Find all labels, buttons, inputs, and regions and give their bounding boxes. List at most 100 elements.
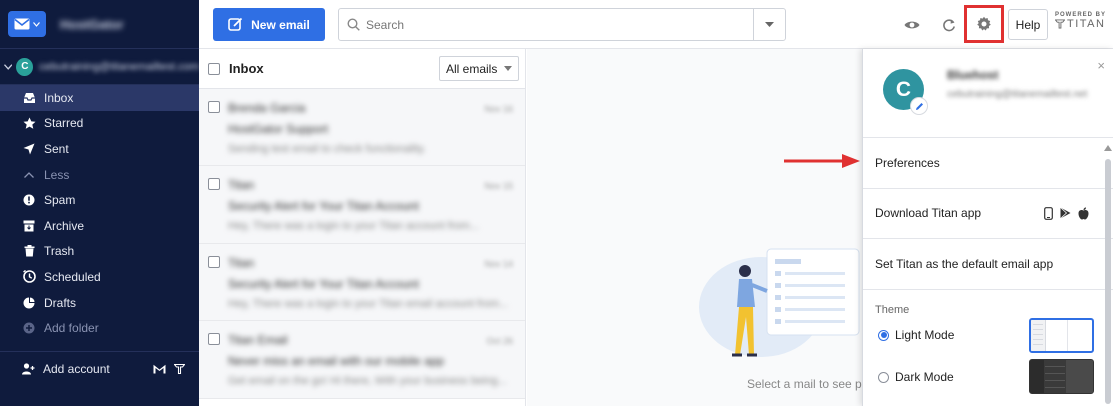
- light-mode-option[interactable]: Light Mode: [878, 328, 954, 342]
- sidebar-item-trash[interactable]: Trash: [0, 239, 199, 265]
- trash-icon: [22, 244, 36, 258]
- email-subject: HostGator Support: [228, 122, 329, 136]
- email-sender: Titan: [228, 255, 255, 270]
- select-all-checkbox[interactable]: [208, 62, 220, 75]
- close-panel-button[interactable]: ×: [1097, 58, 1105, 73]
- help-button[interactable]: Help: [1008, 9, 1048, 40]
- profile-section: C Bluehost cebutraining@titanemailtest.n…: [863, 49, 1113, 138]
- sidebar-item-less[interactable]: Less: [0, 162, 199, 188]
- panel-scrollbar[interactable]: [1103, 143, 1113, 406]
- sidebar-divider: [0, 351, 199, 352]
- default-app-item[interactable]: Set Titan as the default email app: [863, 239, 1113, 290]
- dark-mode-option[interactable]: Dark Mode: [878, 370, 954, 384]
- add-account-label: Add account: [43, 362, 110, 376]
- email-row[interactable]: Titan Email Never miss an email with our…: [199, 321, 525, 399]
- email-sender: Titan: [228, 178, 255, 193]
- edit-profile-button[interactable]: [910, 97, 928, 115]
- search-options-button[interactable]: [753, 9, 785, 40]
- email-row[interactable]: Titan Security Alert for Your Titan Acco…: [199, 166, 525, 244]
- preferences-label: Preferences: [875, 155, 940, 170]
- settings-button[interactable]: [964, 5, 1004, 43]
- email-preview: Get email on the go! Hi there, With your…: [228, 375, 507, 388]
- email-list: Inbox All emails Brenda Garcia HostGator…: [199, 49, 526, 406]
- email-date: Nov 16: [484, 104, 513, 114]
- account-row[interactable]: C cebutraining@titanemailtest.com: [0, 49, 199, 85]
- sidebar-item-archive[interactable]: Archive: [0, 213, 199, 239]
- sidebar-item-label: Scheduled: [44, 269, 101, 284]
- sidebar: HostGator C cebutraining@titanemailtest.…: [0, 0, 199, 406]
- titan-logo-icon[interactable]: [174, 364, 185, 374]
- email-preview: Sending test email to check functionalit…: [228, 143, 426, 155]
- email-checkbox[interactable]: [208, 333, 220, 346]
- dark-mode-radio[interactable]: [878, 371, 889, 383]
- email-date: Nov 15: [484, 181, 513, 192]
- email-subject: Security Alert for Your Titan Account: [228, 276, 419, 291]
- email-row[interactable]: Brenda Garcia HostGator Support Sending …: [199, 89, 525, 167]
- chevron-up-icon: [22, 168, 36, 182]
- empty-state-message: Select a mail to see p: [747, 377, 862, 391]
- empty-inbox-illustration: [699, 248, 860, 357]
- sidebar-item-sent[interactable]: Sent: [0, 136, 199, 162]
- light-theme-preview[interactable]: [1029, 318, 1094, 353]
- eye-icon: [904, 21, 920, 29]
- light-mode-radio[interactable]: [878, 329, 889, 341]
- sidebar-item-drafts[interactable]: Drafts: [0, 290, 199, 316]
- clock-icon: [22, 270, 36, 284]
- email-date: Oct 26: [486, 336, 513, 347]
- sidebar-item-label: Inbox: [44, 90, 74, 105]
- account-email: cebutraining@titanemailtest.com: [39, 60, 199, 73]
- preview-toggle-button[interactable]: [904, 14, 920, 36]
- mail-icon: [14, 18, 30, 30]
- email-checkbox[interactable]: [208, 178, 220, 191]
- sidebar-item-scheduled[interactable]: Scheduled: [0, 264, 199, 290]
- drafts-icon: [22, 296, 36, 310]
- search-input[interactable]: [366, 17, 766, 32]
- email-row[interactable]: Titan Security Alert for Your Titan Acco…: [199, 243, 525, 322]
- chevron-down-icon: [33, 21, 40, 27]
- chevron-down-icon[interactable]: [4, 63, 13, 70]
- sidebar-item-spam[interactable]: Spam: [0, 187, 199, 213]
- refresh-button[interactable]: [942, 14, 956, 36]
- google-play-icon[interactable]: [1060, 207, 1071, 220]
- titan-brand: TITAN: [1067, 18, 1106, 30]
- new-email-button[interactable]: New email: [213, 8, 325, 41]
- sidebar-item-label: Spam: [44, 193, 76, 208]
- mobile-phone-icon[interactable]: [1044, 206, 1053, 220]
- dark-mode-label: Dark Mode: [895, 370, 954, 384]
- sidebar-item-label: Archive: [44, 218, 85, 233]
- email-filter-select[interactable]: All emails: [439, 56, 519, 81]
- top-toolbar: New email Help POWERED BY TITAN: [199, 0, 1113, 49]
- account-avatar: C: [16, 57, 34, 76]
- search-icon: [347, 18, 360, 31]
- email-checkbox[interactable]: [208, 255, 220, 268]
- spam-icon: [22, 193, 36, 207]
- gmail-icon[interactable]: [153, 364, 166, 374]
- refresh-icon: [943, 19, 955, 32]
- apple-icon[interactable]: [1078, 207, 1089, 220]
- dark-theme-preview[interactable]: [1029, 359, 1094, 394]
- powered-by-titan: POWERED BY TITAN: [1055, 12, 1106, 30]
- theme-label: Theme: [875, 303, 910, 316]
- scroll-thumb[interactable]: [1105, 159, 1111, 404]
- email-sender: Brenda Garcia: [228, 101, 306, 115]
- sidebar-item-add-folder[interactable]: Add folder: [0, 315, 199, 341]
- add-account-button[interactable]: Add account: [0, 355, 199, 383]
- sidebar-item-starred[interactable]: Starred: [0, 111, 199, 137]
- preferences-item[interactable]: Preferences: [863, 138, 1113, 189]
- inbox-icon: [22, 91, 36, 105]
- sidebar-item-label: Sent: [44, 141, 69, 156]
- sidebar-item-inbox[interactable]: Inbox: [0, 85, 199, 111]
- caret-down-icon: [765, 22, 774, 27]
- scroll-up-icon[interactable]: [1104, 145, 1112, 151]
- email-subject: Never miss an email with our mobile app: [228, 354, 445, 369]
- email-list-header: Inbox All emails: [199, 49, 525, 89]
- email-checkbox[interactable]: [208, 101, 220, 113]
- sidebar-header: HostGator: [0, 0, 199, 49]
- send-icon: [22, 142, 36, 156]
- titan-logo-icon: [1055, 19, 1065, 29]
- download-app-label: Download Titan app: [875, 206, 982, 221]
- mail-app-switcher[interactable]: [8, 11, 46, 37]
- light-mode-label: Light Mode: [895, 328, 955, 342]
- folder-nav: Inbox Starred Sent Less Spam Archive Tra…: [0, 85, 199, 341]
- caret-down-icon: [504, 66, 512, 71]
